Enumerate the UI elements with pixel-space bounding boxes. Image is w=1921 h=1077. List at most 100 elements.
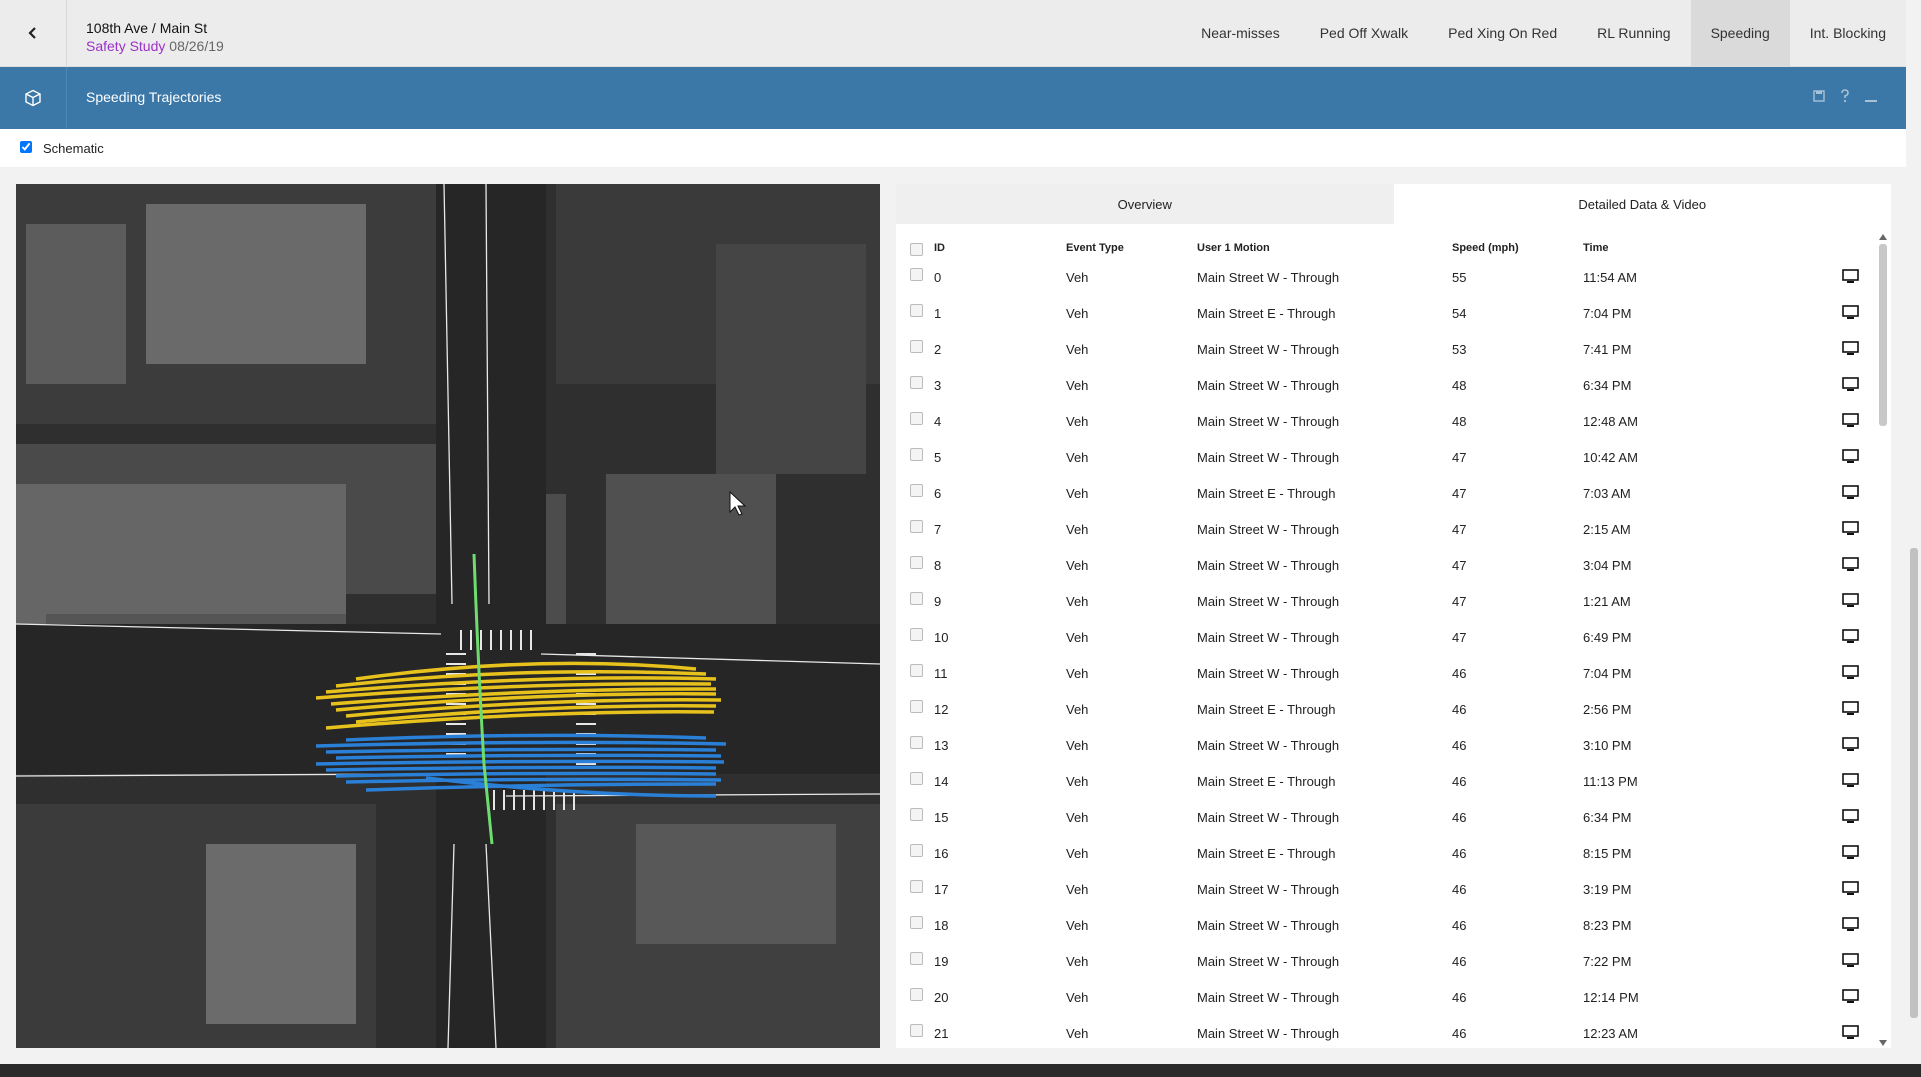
row-checkbox[interactable]	[910, 664, 923, 677]
table-row[interactable]: 11 Veh Main Street W - Through 46 7:04 PM	[896, 656, 1876, 692]
table-row[interactable]: 17 Veh Main Street W - Through 46 3:19 PM	[896, 872, 1876, 908]
table-scrollbar[interactable]	[1878, 234, 1888, 1048]
video-monitor-icon[interactable]	[1842, 413, 1859, 428]
minimize-icon[interactable]	[1864, 89, 1878, 103]
video-monitor-icon[interactable]	[1842, 269, 1859, 284]
row-checkbox[interactable]	[910, 448, 923, 461]
video-monitor-icon[interactable]	[1842, 917, 1859, 932]
table-row[interactable]: 18 Veh Main Street W - Through 46 8:23 PM	[896, 908, 1876, 944]
schematic-checkbox[interactable]	[20, 141, 32, 153]
col-id[interactable]: ID	[934, 242, 945, 254]
help-icon[interactable]	[1838, 89, 1852, 103]
col-user-motion[interactable]: User 1 Motion	[1197, 242, 1270, 254]
tab-ped-off-xwalk[interactable]: Ped Off Xwalk	[1300, 0, 1428, 66]
video-monitor-icon[interactable]	[1842, 377, 1859, 392]
save-icon[interactable]	[1812, 89, 1826, 103]
page-scrollbar[interactable]	[1907, 0, 1921, 1064]
table-row[interactable]: 10 Veh Main Street W - Through 47 6:49 PM	[896, 620, 1876, 656]
col-time[interactable]: Time	[1583, 242, 1608, 254]
tab-overview[interactable]: Overview	[896, 184, 1394, 224]
scroll-up-icon[interactable]	[1879, 234, 1887, 240]
row-checkbox[interactable]	[910, 592, 923, 605]
table-row[interactable]: 16 Veh Main Street E - Through 46 8:15 PM	[896, 836, 1876, 872]
table-row[interactable]: 3 Veh Main Street W - Through 48 6:34 PM	[896, 368, 1876, 404]
video-monitor-icon[interactable]	[1842, 449, 1859, 464]
table-row[interactable]: 14 Veh Main Street E - Through 46 11:13 PM	[896, 764, 1876, 800]
table-row[interactable]: 0 Veh Main Street W - Through 55 11:54 AM	[896, 260, 1876, 296]
tab-speeding[interactable]: Speeding	[1690, 0, 1790, 66]
col-event-type[interactable]: Event Type	[1066, 242, 1124, 254]
table-row[interactable]: 20 Veh Main Street W - Through 46 12:14 PM	[896, 980, 1876, 1016]
video-monitor-icon[interactable]	[1842, 593, 1859, 608]
video-monitor-icon[interactable]	[1842, 665, 1859, 680]
row-event-type: Veh	[1066, 954, 1089, 969]
tab-int-blocking[interactable]: Int. Blocking	[1790, 0, 1906, 66]
row-checkbox[interactable]	[910, 412, 923, 425]
row-checkbox[interactable]	[910, 304, 923, 317]
row-checkbox[interactable]	[910, 808, 923, 821]
video-monitor-icon[interactable]	[1842, 341, 1859, 356]
scroll-thumb[interactable]	[1879, 244, 1887, 426]
table-row[interactable]: 5 Veh Main Street W - Through 47 10:42 AM	[896, 440, 1876, 476]
row-checkbox[interactable]	[910, 340, 923, 353]
table-row[interactable]: 6 Veh Main Street E - Through 47 7:03 AM	[896, 476, 1876, 512]
video-monitor-icon[interactable]	[1842, 521, 1859, 536]
page-scroll-thumb[interactable]	[1910, 548, 1918, 1018]
row-time: 7:41 PM	[1583, 342, 1632, 357]
row-checkbox[interactable]	[910, 268, 923, 281]
row-checkbox[interactable]	[910, 1024, 923, 1037]
row-checkbox[interactable]	[910, 736, 923, 749]
table-row[interactable]: 15 Veh Main Street W - Through 46 6:34 PM	[896, 800, 1876, 836]
table-row[interactable]: 4 Veh Main Street W - Through 48 12:48 AM	[896, 404, 1876, 440]
table-row[interactable]: 13 Veh Main Street W - Through 46 3:10 PM	[896, 728, 1876, 764]
row-checkbox[interactable]	[910, 844, 923, 857]
video-monitor-icon[interactable]	[1842, 809, 1859, 824]
table-row[interactable]: 19 Veh Main Street W - Through 46 7:22 PM	[896, 944, 1876, 980]
table-row[interactable]: 12 Veh Main Street E - Through 46 2:56 PM	[896, 692, 1876, 728]
table-row[interactable]: 2 Veh Main Street W - Through 53 7:41 PM	[896, 332, 1876, 368]
table-row[interactable]: 7 Veh Main Street W - Through 47 2:15 AM	[896, 512, 1876, 548]
video-monitor-icon[interactable]	[1842, 485, 1859, 500]
table-row[interactable]: 1 Veh Main Street E - Through 54 7:04 PM	[896, 296, 1876, 332]
row-checkbox[interactable]	[910, 952, 923, 965]
back-button[interactable]	[0, 0, 67, 66]
row-checkbox[interactable]	[910, 880, 923, 893]
row-time: 12:48 AM	[1583, 414, 1638, 429]
study-link[interactable]: Safety Study	[86, 38, 165, 54]
row-speed: 46	[1452, 918, 1467, 933]
row-checkbox[interactable]	[910, 988, 923, 1001]
table-row[interactable]: 21 Veh Main Street W - Through 46 12:23 AM	[896, 1016, 1876, 1048]
row-checkbox[interactable]	[910, 628, 923, 641]
table-row[interactable]: 9 Veh Main Street W - Through 47 1:21 AM	[896, 584, 1876, 620]
table-row[interactable]: 8 Veh Main Street W - Through 47 3:04 PM	[896, 548, 1876, 584]
row-checkbox[interactable]	[910, 520, 923, 533]
col-speed[interactable]: Speed (mph)	[1452, 242, 1519, 254]
trajectory-map[interactable]	[16, 184, 880, 1048]
video-monitor-icon[interactable]	[1842, 845, 1859, 860]
video-monitor-icon[interactable]	[1842, 305, 1859, 320]
video-monitor-icon[interactable]	[1842, 629, 1859, 644]
tab-rl-running[interactable]: RL Running	[1577, 0, 1690, 66]
video-monitor-icon[interactable]	[1842, 989, 1859, 1004]
map-canvas	[16, 184, 880, 1048]
video-monitor-icon[interactable]	[1842, 701, 1859, 716]
row-checkbox[interactable]	[910, 484, 923, 497]
select-all-checkbox[interactable]	[910, 243, 923, 256]
video-monitor-icon[interactable]	[1842, 1025, 1859, 1040]
tab-detailed-data-video[interactable]: Detailed Data & Video	[1393, 184, 1891, 224]
row-event-type: Veh	[1066, 414, 1089, 429]
row-checkbox[interactable]	[910, 916, 923, 929]
video-monitor-icon[interactable]	[1842, 557, 1859, 572]
row-checkbox[interactable]	[910, 772, 923, 785]
video-monitor-icon[interactable]	[1842, 737, 1859, 752]
video-monitor-icon[interactable]	[1842, 773, 1859, 788]
row-checkbox[interactable]	[910, 556, 923, 569]
tab-ped-xing-on-red[interactable]: Ped Xing On Red	[1428, 0, 1577, 66]
scroll-down-icon[interactable]	[1879, 1040, 1887, 1046]
row-checkbox[interactable]	[910, 376, 923, 389]
row-id: 2	[934, 342, 942, 357]
video-monitor-icon[interactable]	[1842, 953, 1859, 968]
row-checkbox[interactable]	[910, 700, 923, 713]
video-monitor-icon[interactable]	[1842, 881, 1859, 896]
tab-near-misses[interactable]: Near-misses	[1181, 0, 1300, 66]
